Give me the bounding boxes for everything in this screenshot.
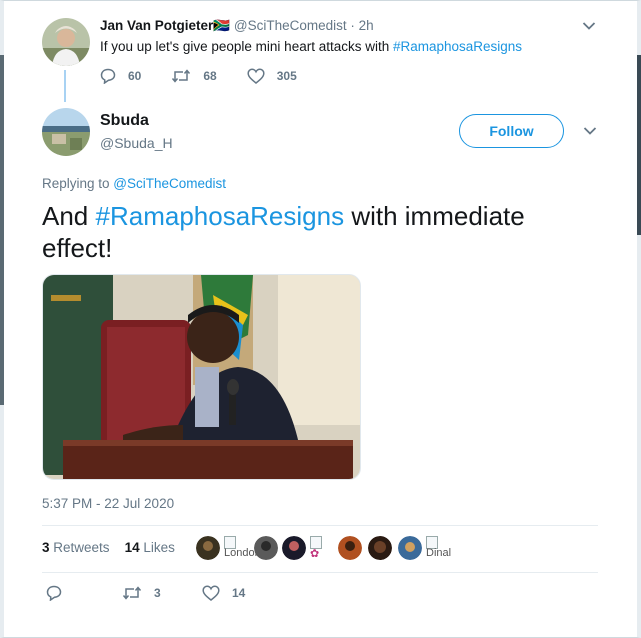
parent-avatar[interactable] [42, 18, 90, 66]
parent-tweet[interactable]: Jan Van Potgieter🇿🇦 @SciTheComedist · 2h… [42, 16, 602, 96]
sa-flag-icon: 🇿🇦 [213, 18, 231, 33]
tweet-hashtag-link[interactable]: #RamaphosaResigns [96, 201, 345, 231]
chevron-down-icon[interactable] [583, 126, 597, 136]
replying-to: Replying to @SciTheComedist [42, 176, 226, 191]
like-icon [202, 585, 220, 601]
liker-avatar[interactable] [254, 536, 278, 560]
liker-avatar[interactable] [368, 536, 392, 560]
parent-actions: 60 68 305 [100, 68, 327, 84]
liker-avatar[interactable] [282, 536, 306, 560]
engagement-stats: 3 Retweets 14 Likes [42, 540, 175, 555]
liker-avatar[interactable]: ✿ [310, 536, 322, 560]
parent-reply-count: 60 [128, 69, 142, 83]
chevron-down-icon[interactable] [582, 21, 596, 31]
author-handle[interactable]: @Sbuda_H [100, 135, 173, 151]
retweet-button[interactable]: 3 [122, 585, 202, 601]
parent-text: If you up let's give people mini heart a… [100, 39, 522, 54]
background-strip-left [0, 55, 4, 405]
parent-name[interactable]: Jan Van Potgieter [100, 18, 213, 33]
retweet-icon [122, 586, 142, 600]
like-icon [247, 68, 265, 84]
retweet-label[interactable]: Retweets [53, 540, 109, 555]
author-avatar[interactable] [42, 108, 90, 156]
thread-connector [64, 70, 66, 102]
follow-button[interactable]: Follow [459, 114, 564, 148]
separator-dot: · [350, 18, 355, 33]
parent-text-body: If you up let's give people mini heart a… [100, 39, 393, 54]
replying-label: Replying to [42, 176, 114, 191]
like-count[interactable]: 14 [125, 540, 140, 555]
parent-header: Jan Van Potgieter🇿🇦 @SciTheComedist · 2h [100, 18, 374, 34]
parent-handle[interactable]: @SciTheComedist [234, 18, 347, 33]
liker-avatar[interactable] [398, 536, 422, 560]
reply-icon [46, 585, 62, 601]
reply-icon [100, 68, 116, 84]
liker-avatar[interactable] [338, 536, 362, 560]
liker-avatars: London_M ✿ Dinal [196, 536, 596, 570]
tweet-text-prefix: And [42, 201, 96, 231]
background-strip-right [637, 55, 641, 235]
parent-retweet-button[interactable]: 68 [171, 68, 217, 84]
author-name[interactable]: Sbuda [100, 112, 149, 130]
parent-reply-button[interactable]: 60 [100, 68, 141, 84]
retweet-icon [172, 69, 191, 83]
liker-avatar[interactable] [196, 536, 220, 560]
parent-hashtag-link[interactable]: #RamaphosaResigns [393, 39, 522, 54]
retweet-action-count: 3 [154, 586, 161, 600]
divider [42, 525, 598, 526]
like-button[interactable]: 14 [202, 585, 245, 601]
tweet-photo[interactable] [42, 274, 361, 480]
parent-time[interactable]: 2h [359, 18, 374, 33]
like-action-count: 14 [232, 586, 246, 600]
liker-avatar[interactable]: Dinal [426, 536, 451, 559]
liker-name: Dinal [426, 547, 452, 559]
tweet-timestamp[interactable]: 5:37 PM - 22 Jul 2020 [42, 496, 174, 511]
parent-like-button[interactable]: 305 [247, 68, 297, 84]
replying-handle-link[interactable]: @SciTheComedist [113, 176, 226, 191]
reply-button[interactable] [46, 585, 122, 601]
parent-retweet-count: 68 [203, 69, 217, 83]
divider [42, 572, 598, 573]
parent-like-count: 305 [276, 69, 297, 83]
like-label[interactable]: Likes [143, 540, 175, 555]
retweet-count[interactable]: 3 [42, 540, 50, 555]
tweet-actions: 3 14 [46, 585, 245, 601]
tweet-text: And #RamaphosaResigns with immediate eff… [42, 200, 582, 264]
